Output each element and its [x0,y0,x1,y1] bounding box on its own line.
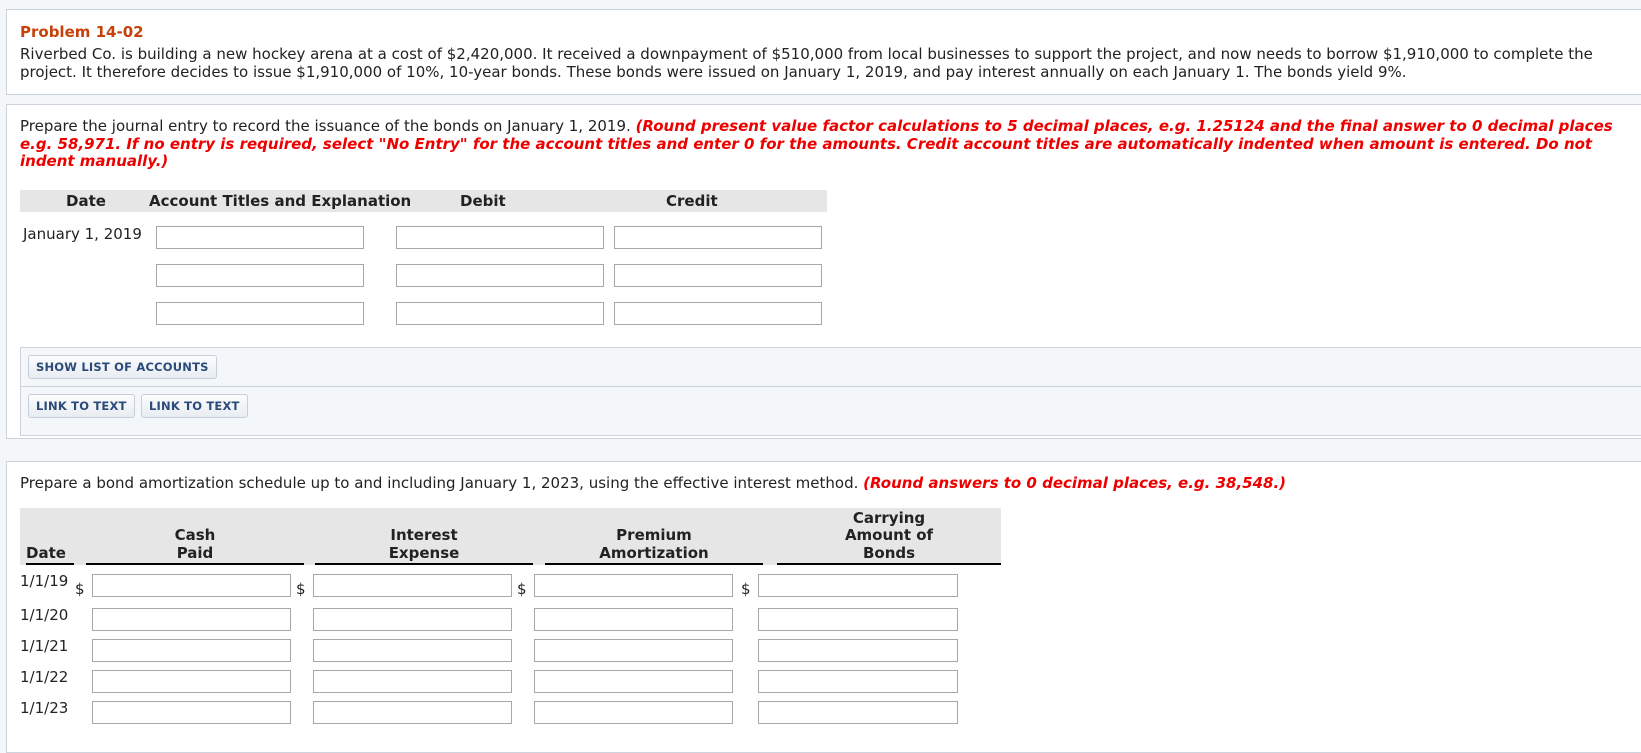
schedule-date-1: 1/1/19 [20,572,69,590]
header-credit: Credit [666,192,718,210]
cash-paid-input-4[interactable] [92,670,291,693]
credit-input-3[interactable] [614,302,822,325]
header-carrying-line1: Carrying [852,508,926,527]
interest-expense-input-3[interactable] [313,639,512,662]
header-premium-amortization: Premium Amortization [545,526,763,565]
header-date-label: Date [26,543,66,562]
link-to-text-button-1[interactable]: LINK TO TEXT [28,394,135,418]
journal-instruction-text: Prepare the journal entry to record the … [20,117,631,135]
interest-expense-input-1[interactable] [313,574,512,597]
cash-paid-input-1[interactable] [92,574,291,597]
accounts-button-bar: SHOW LIST OF ACCOUNTS [20,347,1641,387]
schedule-table-header: Date Cash Paid Interest Expense Premium … [20,508,1001,565]
journal-date: January 1, 2019 [23,225,142,243]
premium-amortization-input-4[interactable] [534,670,733,693]
dollar-sign: $ [517,580,527,598]
problem-description: Riverbed Co. is building a new hockey ar… [20,45,1593,81]
schedule-instruction-note: (Round answers to 0 decimal places, e.g.… [863,474,1287,492]
problem-title: Problem 14-02 [20,23,144,41]
premium-amortization-input-2[interactable] [534,608,733,631]
amortization-schedule-panel: Prepare a bond amortization schedule up … [6,461,1641,753]
problem-panel: Problem 14-02 Riverbed Co. is building a… [6,9,1641,95]
interest-expense-input-2[interactable] [313,608,512,631]
premium-amortization-input-1[interactable] [534,574,733,597]
carrying-amount-input-4[interactable] [758,670,958,693]
debit-input-1[interactable] [396,226,604,249]
header-premium-line2: Amortization [599,543,709,562]
interest-expense-input-4[interactable] [313,670,512,693]
schedule-instruction: Prepare a bond amortization schedule up … [20,474,1632,493]
header-cash-paid-line2: Paid [176,543,214,562]
header-cash-paid: Cash Paid [86,526,304,565]
schedule-instruction-text: Prepare a bond amortization schedule up … [20,474,859,492]
header-cash-paid-line1: Cash [174,526,216,544]
header-date: Date [26,543,74,565]
journal-entry-panel: Prepare the journal entry to record the … [6,104,1641,439]
header-account-titles: Account Titles and Explanation [149,192,412,210]
carrying-amount-input-5[interactable] [758,701,958,724]
cash-paid-input-5[interactable] [92,701,291,724]
carrying-amount-input-1[interactable] [758,574,958,597]
credit-input-1[interactable] [614,226,822,249]
journal-instruction: Prepare the journal entry to record the … [20,117,1632,171]
carrying-amount-input-3[interactable] [758,639,958,662]
header-interest-line1: Interest [390,526,458,544]
header-carrying-line3: Bonds [862,543,916,562]
debit-input-3[interactable] [396,302,604,325]
schedule-date-2: 1/1/20 [20,606,69,624]
account-title-input-3[interactable] [156,302,364,325]
dollar-sign: $ [296,580,306,598]
header-premium-line1: Premium [616,526,692,544]
schedule-date-3: 1/1/21 [20,637,69,655]
schedule-date-4: 1/1/22 [20,668,69,686]
header-carrying-amount: Carrying Amount of Bonds [777,508,1001,565]
account-title-input-1[interactable] [156,226,364,249]
journal-table-header: Date Account Titles and Explanation Debi… [20,190,827,212]
carrying-amount-input-2[interactable] [758,608,958,631]
dollar-sign: $ [741,580,751,598]
header-interest-line2: Expense [388,543,460,562]
credit-input-2[interactable] [614,264,822,287]
cash-paid-input-3[interactable] [92,639,291,662]
show-list-of-accounts-button[interactable]: SHOW LIST OF ACCOUNTS [28,355,217,379]
premium-amortization-input-5[interactable] [534,701,733,724]
schedule-date-5: 1/1/23 [20,699,69,717]
header-carrying-line2: Amount of [844,526,934,544]
header-interest-expense: Interest Expense [315,526,533,565]
interest-expense-input-5[interactable] [313,701,512,724]
debit-input-2[interactable] [396,264,604,287]
header-debit: Debit [460,192,506,210]
header-date: Date [66,192,106,210]
dollar-sign: $ [75,580,85,598]
cash-paid-input-2[interactable] [92,608,291,631]
account-title-input-2[interactable] [156,264,364,287]
link-button-bar: LINK TO TEXT LINK TO TEXT [20,386,1641,436]
link-to-text-button-2[interactable]: LINK TO TEXT [141,394,248,418]
premium-amortization-input-3[interactable] [534,639,733,662]
